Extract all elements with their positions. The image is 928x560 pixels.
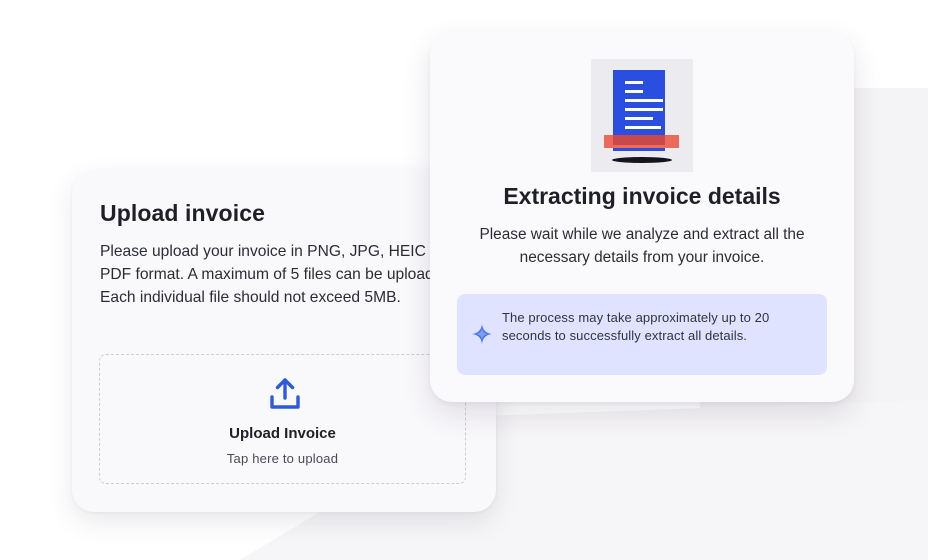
upload-drop-label: Upload Invoice [229,425,336,442]
invoice-document-icon [604,70,679,163]
upload-card-description: Please upload your invoice in PNG, JPG, … [100,243,456,306]
sparkle-icon [472,324,492,344]
invoice-illustration [591,59,693,172]
upload-drop-zone[interactable]: Upload Invoice Tap here to upload [99,354,466,484]
extract-card-title: Extracting invoice details [503,183,781,209]
extract-card-description: Please wait while we analyze and extract… [479,226,805,266]
upload-card-title: Upload invoice [100,200,265,226]
info-banner: The process may take approximately up to… [457,294,827,375]
extracting-details-card: Extracting invoice details Please wait w… [430,32,854,402]
info-banner-text: The process may take approximately up to… [502,310,770,343]
upload-drop-hint: Tap here to upload [226,451,339,466]
upload-icon [270,378,300,409]
